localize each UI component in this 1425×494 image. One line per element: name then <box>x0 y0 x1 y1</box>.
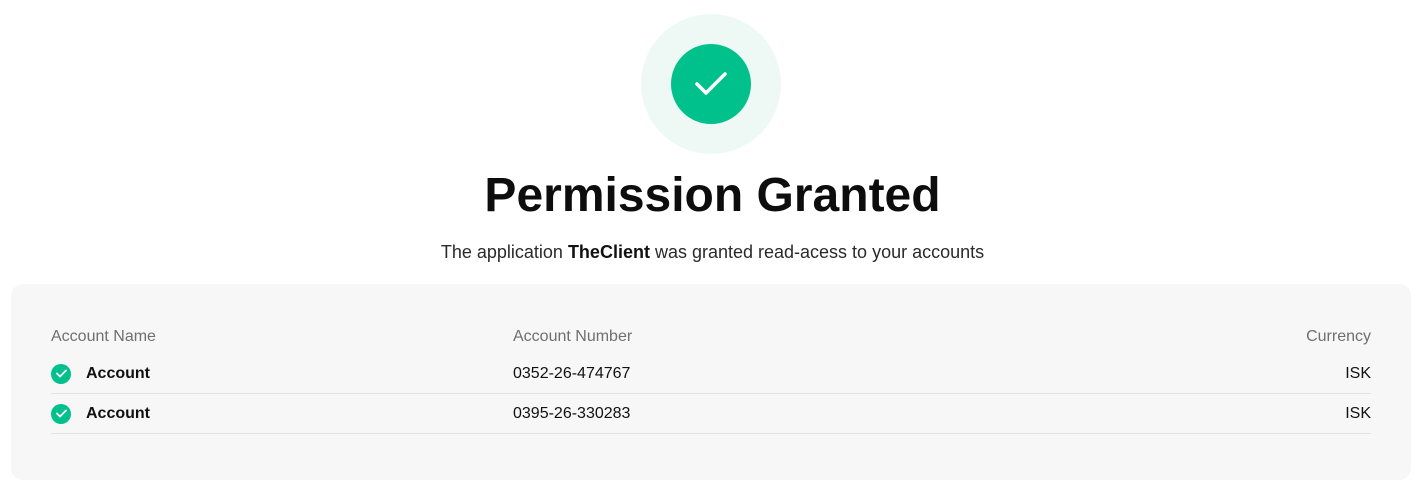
account-currency: ISK <box>1345 364 1371 382</box>
account-number: 0352-26-474767 <box>513 364 631 382</box>
column-header-account-number: Account Number <box>513 328 633 345</box>
account-name-cell: Account <box>51 363 513 384</box>
accounts-table: Account Name Account Number Currency Acc… <box>51 320 1371 434</box>
account-number: 0395-26-330283 <box>513 404 631 422</box>
app-name: TheClient <box>567 242 650 262</box>
status-message: The application TheClient was granted re… <box>0 240 1425 264</box>
success-badge <box>641 14 781 154</box>
table-row: Account 0395-26-330283 ISK <box>51 394 1371 434</box>
check-icon <box>51 403 71 424</box>
column-header-currency: Currency <box>1306 328 1371 345</box>
check-icon <box>51 363 71 384</box>
account-currency: ISK <box>1345 404 1371 422</box>
check-icon <box>671 44 751 124</box>
table-header: Account Name Account Number Currency <box>51 320 1371 354</box>
column-header-account-name: Account Name <box>51 328 156 345</box>
account-name: Account <box>86 364 150 382</box>
status-message-prefix: The application <box>440 242 568 262</box>
table-row: Account 0352-26-474767 ISK <box>51 354 1371 394</box>
account-name: Account <box>86 404 150 422</box>
page-title: Permission Granted <box>484 169 941 222</box>
accounts-panel: Account Name Account Number Currency Acc… <box>11 284 1411 480</box>
permission-granted-page: Permission Granted The application TheCl… <box>0 0 1425 494</box>
account-name-cell: Account <box>51 403 513 424</box>
status-message-suffix: was granted read-acess to your accounts <box>649 242 985 262</box>
